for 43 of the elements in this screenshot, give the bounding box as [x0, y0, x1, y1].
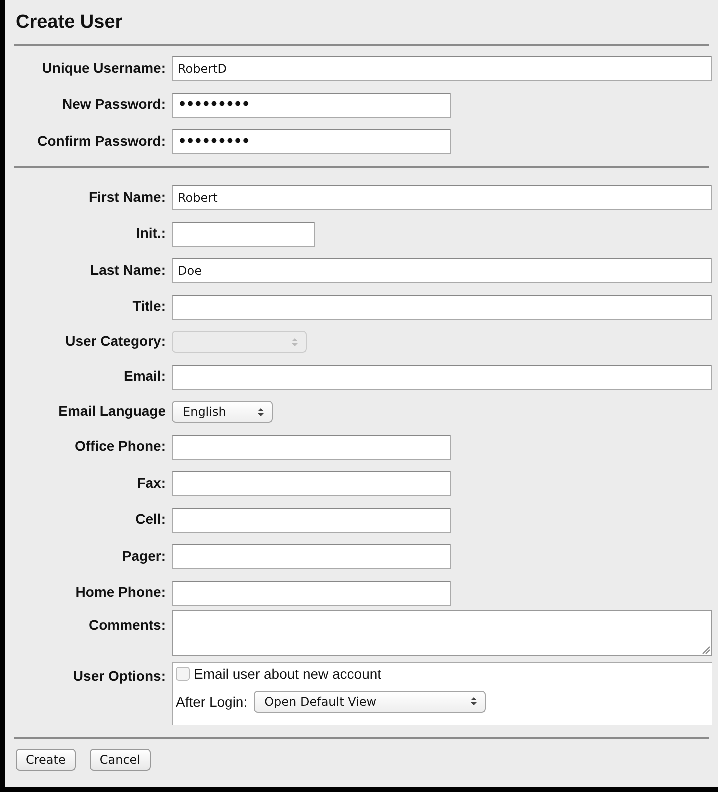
form-button[interactable]: Cancel	[90, 748, 151, 770]
field-label: Home Phone:	[76, 584, 166, 600]
field-label: User Category:	[66, 333, 166, 349]
field-label: Email:	[124, 368, 166, 384]
form-button[interactable]: Create	[16, 748, 76, 770]
dropdown[interactable]: English	[172, 401, 273, 423]
input-field[interactable]: Robert	[172, 185, 712, 210]
input-field[interactable]: •••••••••	[172, 92, 451, 118]
field-label: Init.:	[136, 225, 166, 241]
field-label: Office Phone:	[74, 438, 166, 454]
field-label: Title:	[132, 298, 166, 314]
resize-grip-icon	[702, 646, 710, 654]
field-label: Confirm Password:	[38, 132, 166, 148]
input-field[interactable]: RobertD	[172, 56, 712, 81]
comments-field[interactable]	[172, 610, 712, 656]
field-label: Pager:	[122, 548, 166, 564]
input-field[interactable]: Doe	[172, 258, 712, 283]
up-down-arrows-icon	[258, 408, 264, 416]
page-title: Create User	[16, 12, 124, 34]
dropdown[interactable]: Open Default View	[254, 690, 486, 712]
up-down-arrows-icon	[292, 338, 298, 346]
input-field[interactable]	[172, 364, 712, 390]
field-label: Cell:	[136, 511, 166, 527]
input-field[interactable]	[172, 544, 451, 569]
up-down-arrows-icon	[470, 697, 477, 706]
field-label: Unique Username:	[42, 60, 166, 76]
input-field[interactable]	[172, 580, 451, 606]
input-field[interactable]	[172, 434, 451, 460]
checkbox[interactable]	[176, 666, 190, 680]
input-field[interactable]	[172, 294, 712, 320]
field-label: Comments:	[88, 617, 166, 633]
field-label: First Name:	[88, 188, 166, 204]
input-field[interactable]	[172, 508, 451, 532]
input-field[interactable]	[172, 471, 451, 496]
field-label: User Options:	[73, 668, 166, 684]
field-label: Email Language	[58, 403, 166, 419]
field-label: Last Name:	[90, 262, 166, 278]
field-label: New Password:	[62, 96, 166, 112]
field-label: Fax:	[137, 474, 166, 490]
input-field[interactable]: •••••••••	[172, 129, 451, 154]
after-login-label: After Login:	[176, 694, 248, 710]
checkbox-label: Email user about new account	[194, 666, 382, 682]
input-field[interactable]	[172, 222, 315, 246]
